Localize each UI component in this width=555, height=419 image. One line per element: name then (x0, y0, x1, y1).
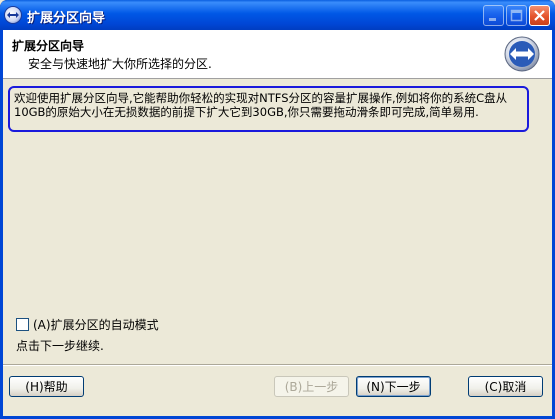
help-button[interactable]: (H)帮助 (9, 376, 84, 397)
next-button[interactable]: (N)下一步 (356, 376, 431, 397)
wizard-description: 欢迎使用扩展分区向导,它能帮助你轻松的实现对NTFS分区的容量扩展操作,例如将你… (8, 86, 529, 132)
auto-mode-checkbox[interactable] (16, 318, 29, 331)
auto-mode-label[interactable]: (A)扩展分区的自动模式 (33, 316, 159, 333)
title-bar[interactable]: 扩展分区向导 (0, 0, 555, 30)
maximize-icon (510, 9, 523, 22)
close-button[interactable] (529, 5, 550, 26)
auto-mode-option[interactable]: (A)扩展分区的自动模式 (16, 316, 159, 333)
back-button[interactable]: (B)上一步 (274, 376, 349, 397)
header-title: 扩展分区向导 (12, 39, 85, 53)
close-icon (534, 10, 545, 21)
header-subtitle: 安全与快速地扩大你所选择的分区. (28, 57, 212, 71)
maximize-button[interactable] (506, 5, 527, 26)
window-title: 扩展分区向导 (27, 11, 106, 26)
cancel-button[interactable]: (C)取消 (468, 376, 543, 397)
partition-app-icon (5, 7, 21, 23)
minimize-button[interactable] (483, 5, 504, 26)
continue-hint: 点击下一步继续. (16, 339, 104, 353)
wizard-arrows-icon (504, 36, 540, 72)
wizard-client-area: 扩展分区向导 安全与快速地扩大你所选择的分区. 欢迎使用扩展分区向导,它能帮助你… (3, 30, 552, 416)
footer-separator (3, 364, 552, 366)
wizard-header: 扩展分区向导 安全与快速地扩大你所选择的分区. (3, 30, 552, 79)
wizard-window: 扩展分区向导 扩展分区向导 安全与快速地扩大你所选择的分区. 欢迎使用扩展分区向… (0, 0, 555, 419)
minimize-icon (489, 18, 496, 21)
